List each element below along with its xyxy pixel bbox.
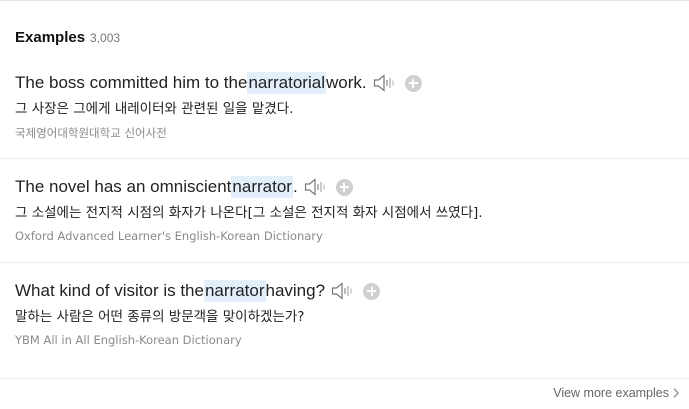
example-item: The boss committed him to the narratoria… <box>15 72 689 141</box>
speaker-icon[interactable] <box>373 73 397 93</box>
sentence-text-before: The novel has an omniscient <box>15 177 232 196</box>
highlighted-word[interactable]: narratorial <box>247 72 326 94</box>
example-count: 3,003 <box>90 31 121 45</box>
example-translation: 그 사장은 그에게 내레이터와 관련된 일을 맡겼다. <box>15 101 294 117</box>
sentence-text-before: The boss committed him to the <box>15 73 248 92</box>
sentence-text-after: having? <box>265 281 326 300</box>
example-sentence: What kind of visitor is the narrator hav… <box>15 280 689 302</box>
example-item: The novel has an omniscient narrator . 그… <box>15 176 689 243</box>
speaker-icon[interactable] <box>331 281 355 301</box>
example-item: What kind of visitor is the narrator hav… <box>15 280 689 347</box>
add-icon[interactable] <box>363 282 381 300</box>
divider <box>0 158 689 159</box>
divider <box>0 262 689 263</box>
view-more-label: View more examples <box>553 386 669 400</box>
example-source[interactable]: YBM All in All English-Korean Dictionary <box>15 333 689 347</box>
example-sentence: The novel has an omniscient narrator . <box>15 176 689 198</box>
example-source[interactable]: Oxford Advanced Learner's English-Korean… <box>15 229 689 243</box>
example-sentence: The boss committed him to the narratoria… <box>15 72 689 94</box>
sentence-text-after: . <box>292 177 298 196</box>
example-source[interactable]: 국제영어대학원대학교 신어사전 <box>15 125 689 141</box>
sentence-text-before: What kind of visitor is the <box>15 281 204 300</box>
sentence-text-after: work. <box>325 73 367 92</box>
add-icon[interactable] <box>404 74 422 92</box>
example-translation: 말하는 사람은 어떤 종류의 방문객을 맞이하겠는가? <box>15 309 305 325</box>
speaker-icon[interactable] <box>304 177 328 197</box>
examples-header: Examples 3,003 <box>15 29 120 46</box>
divider <box>0 378 689 379</box>
top-divider <box>0 0 689 1</box>
chevron-right-icon <box>673 388 679 398</box>
highlighted-word[interactable]: narrator <box>231 176 293 198</box>
highlighted-word[interactable]: narrator <box>203 280 266 302</box>
view-more-examples-link[interactable]: View more examples <box>553 386 680 400</box>
section-title: Examples <box>15 29 86 46</box>
add-icon[interactable] <box>335 178 353 196</box>
example-translation: 그 소설에는 전지적 시점의 화자가 나온다[그 소설은 전지적 화자 시점에서… <box>15 205 483 221</box>
